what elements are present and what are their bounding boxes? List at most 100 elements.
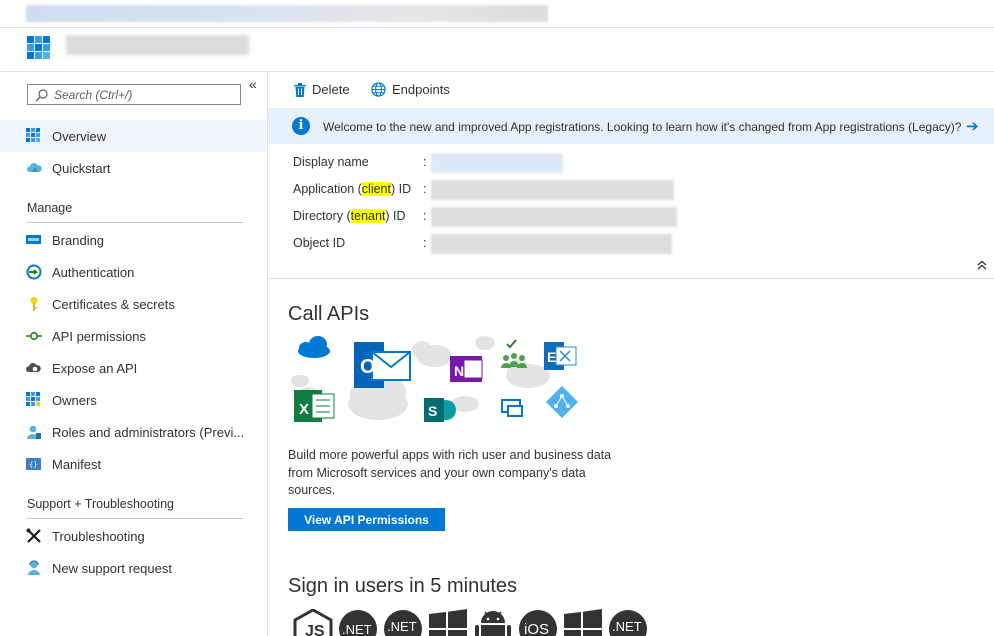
manage-section-header: Manage [27,201,73,215]
label-text: Application ( [293,182,362,196]
search-box[interactable] [27,84,241,105]
nav-item-label: Roles and administrators (Previ... [52,425,245,440]
blurred-directory-id-value[interactable] [431,207,677,227]
nodejs-icon[interactable]: JS [293,609,333,636]
essentials-panel: Display name : Application (client ) ID :… [268,145,994,279]
sharepoint-icon: S [424,398,456,422]
info-banner-text: Welcome to the new and improved App regi… [323,120,962,134]
api-permissions-icon [26,332,42,340]
nav-item-label: Overview [52,129,107,144]
svg-text:.NET: .NET [387,619,417,634]
excel-icon: X [294,390,335,422]
nav-item-owners[interactable]: Owners [0,384,266,416]
nav-item-api-permissions[interactable]: API permissions [0,320,266,352]
devices-icon [501,399,523,417]
trash-icon [294,83,306,97]
windows-icon[interactable] [563,609,603,636]
highlight-tenant: tenant [350,209,386,223]
left-nav: « Overview Quickstart Manage Branding Au… [0,72,268,636]
nav-item-label: Certificates & secrets [52,297,175,312]
support-section-header: Support + Troubleshooting [27,497,174,511]
colon: : [423,155,427,169]
nav-item-certificates[interactable]: Certificates & secrets [0,288,266,320]
collapse-nav-button[interactable]: « [249,76,257,92]
svg-text:E: E [547,349,556,365]
highlight-client: client [361,182,391,196]
colon: : [423,236,427,250]
nav-item-authentication[interactable]: Authentication [0,256,266,288]
azure-cloud-icon [298,336,330,358]
delete-button[interactable]: Delete [294,82,350,97]
nav-item-label: Branding [52,233,105,248]
svg-text:.NET: .NET [612,619,642,634]
nav-item-roles[interactable]: Roles and administrators (Previ... [0,416,266,448]
dotnet-core-icon[interactable]: .NET [608,609,648,636]
search-input[interactable] [54,86,234,103]
nav-item-overview[interactable]: Overview [0,120,266,152]
endpoints-button[interactable]: Endpoints [371,82,450,97]
display-name-label: Display name [293,155,369,169]
label-text: Directory ( [293,209,351,223]
windows-icon[interactable] [428,609,468,636]
call-apis-description: Build more powerful apps with rich user … [288,448,612,497]
nav-item-branding[interactable]: Branding [0,224,266,256]
overview-grid-icon [26,128,40,142]
chevron-up-icon[interactable] [977,260,987,270]
cloud-icon [27,162,42,172]
svg-text:{}: {} [29,461,37,469]
nav-item-label: Troubleshooting [52,529,145,544]
nav-item-quickstart[interactable]: Quickstart [0,152,266,184]
blurred-object-id-value[interactable] [431,234,672,254]
dotnet-core-icon[interactable]: .NET [383,609,423,636]
command-bar: Delete Endpoints [268,72,994,108]
svg-text:JS: JS [305,623,325,636]
nav-item-label: Manifest [52,457,102,472]
platform-label: .NET [342,622,372,636]
authentication-icon [26,264,42,280]
outlook-icon: O [354,342,411,388]
nav-item-expose-api[interactable]: Expose an API [0,352,266,384]
dotnet-icon[interactable]: .NET [338,609,378,636]
portal-top-bar [0,0,994,28]
android-icon[interactable] [473,609,513,636]
blurred-display-name-value[interactable] [431,153,563,173]
platform-label: iOS [524,621,549,636]
blurred-application-id-value[interactable] [431,180,674,200]
nav-item-new-support-request[interactable]: New support request [0,552,266,584]
nav-item-label: Expose an API [52,361,138,376]
blurred-breadcrumb [26,5,548,22]
key-icon [30,297,38,311]
app-registration-icon [27,36,50,59]
manifest-icon: {} [26,458,41,470]
svg-text:O: O [360,356,376,378]
colon: : [423,209,427,223]
nav-item-label: Quickstart [52,161,111,176]
wrench-icon [26,528,41,543]
sign-in-title: Sign in users in 5 minutes [288,575,518,597]
info-icon: i [292,117,310,135]
view-api-permissions-button[interactable]: View API Permissions [288,508,445,531]
nav-item-manifest[interactable]: {} Manifest [0,448,266,480]
label-text: ) ID [385,209,406,223]
branding-icon [26,235,41,244]
arrow-right-icon[interactable]: ➔ [966,117,979,135]
nav-item-label: Owners [52,393,97,408]
owners-grid-icon [26,392,40,406]
graph-diamond-icon [546,386,578,418]
svg-text:X: X [299,401,309,418]
blurred-resource-name [66,35,249,55]
onenote-icon: N [450,356,483,382]
svg-text:S: S [428,403,437,419]
info-banner[interactable]: i Welcome to the new and improved App re… [268,108,994,144]
resource-header [0,28,994,72]
cloud-gear-icon [26,362,41,372]
colon: : [423,182,427,196]
delete-label: Delete [312,82,350,97]
nav-item-label: Authentication [52,265,135,280]
nav-item-label: API permissions [52,329,146,344]
nav-item-troubleshooting[interactable]: Troubleshooting [0,520,266,552]
directory-id-label: Directory (tenant) ID [293,209,406,223]
nav-item-label: New support request [52,561,172,576]
svg-text:N: N [454,363,464,379]
ios-icon[interactable]: iOS [518,609,558,636]
